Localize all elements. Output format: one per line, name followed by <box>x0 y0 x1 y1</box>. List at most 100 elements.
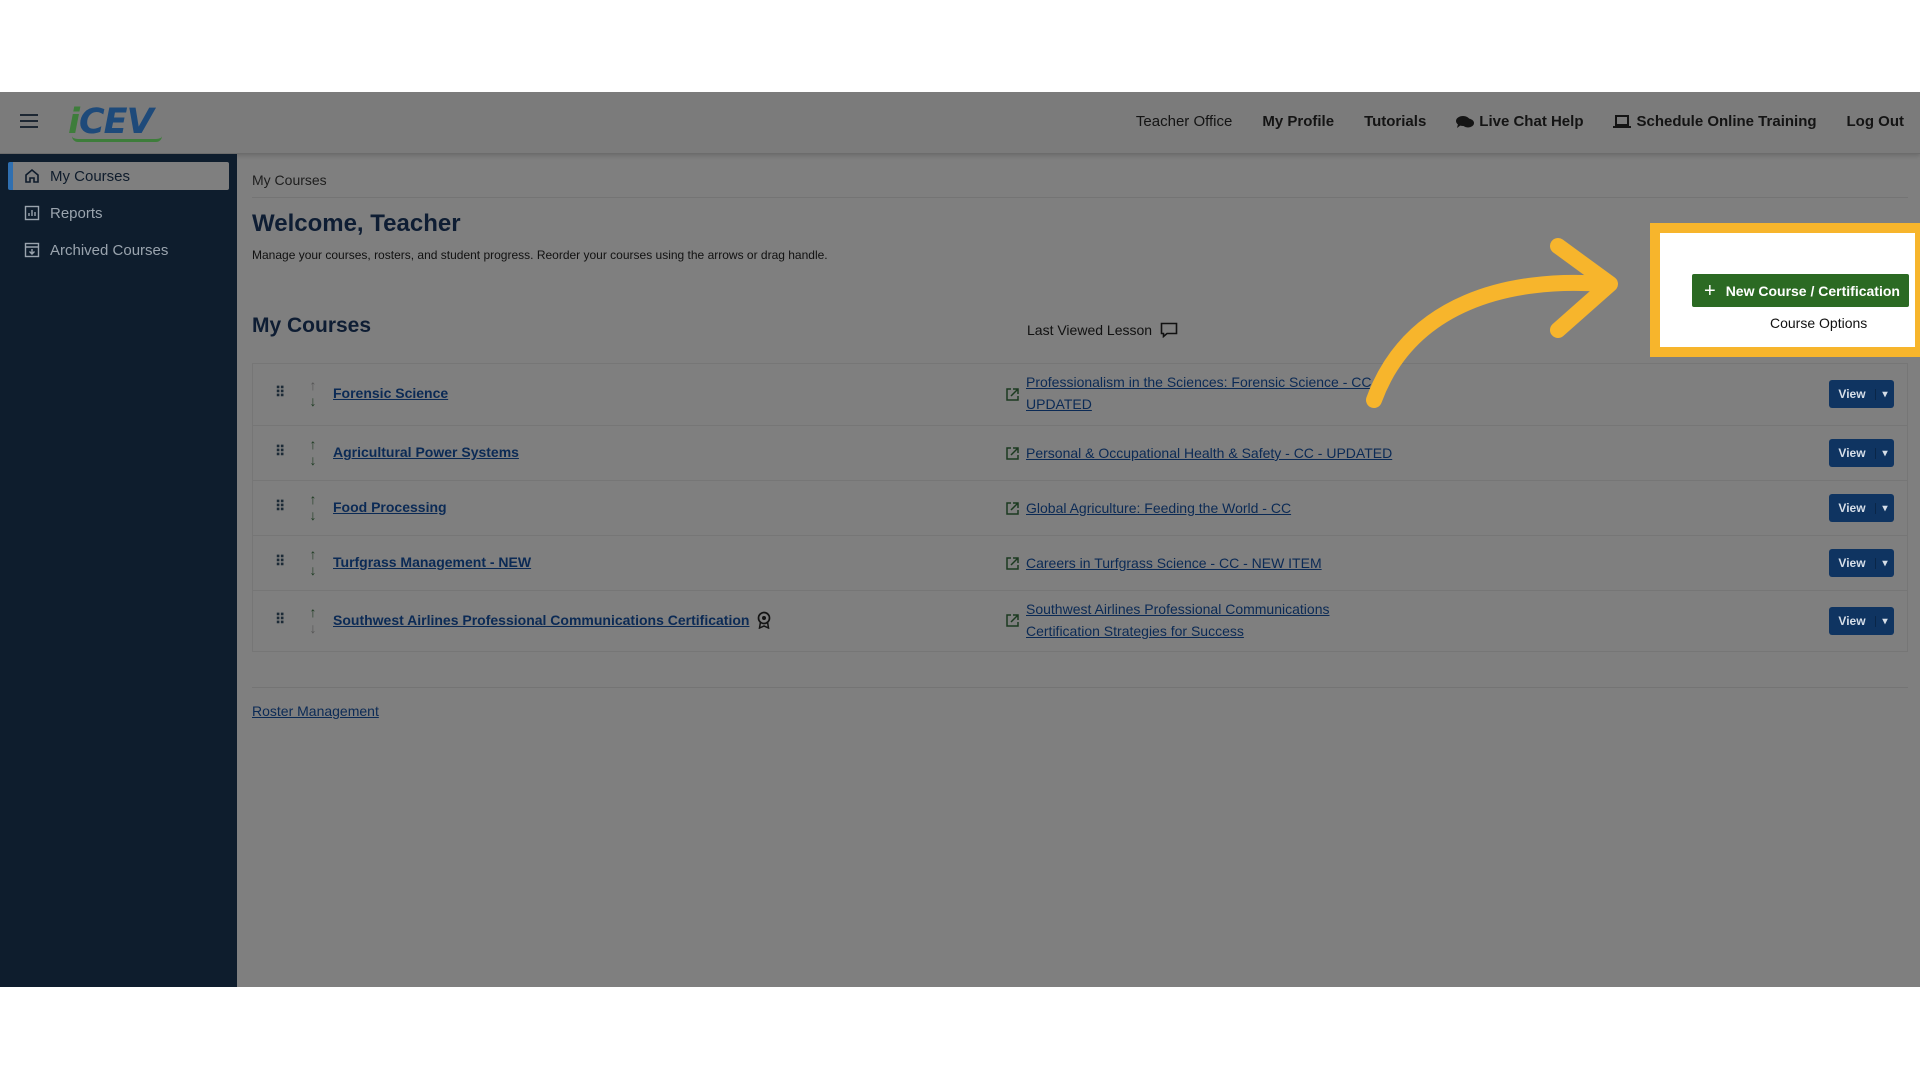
top-navigation: Teacher Office My Profile Tutorials Live… <box>1136 113 1904 130</box>
drag-handle-icon[interactable]: ⠿ <box>275 611 285 628</box>
sidebar-item-archived-courses[interactable]: Archived Courses <box>8 236 229 264</box>
laptop-icon <box>1613 114 1632 128</box>
sidebar-item-label: Reports <box>50 204 103 222</box>
reorder-arrows: ↑ ↓ <box>306 491 320 523</box>
archive-icon <box>24 242 40 258</box>
hamburger-menu-icon[interactable] <box>20 114 38 128</box>
sidebar-item-label: My Courses <box>50 167 131 185</box>
view-button[interactable]: View ▾ <box>1829 439 1894 467</box>
plus-icon: + <box>1704 279 1716 302</box>
move-up-icon[interactable]: ↑ <box>310 604 317 620</box>
view-label: View <box>1838 614 1866 628</box>
dropdown-caret-icon[interactable]: ▾ <box>1875 557 1894 569</box>
certification-badge-icon <box>757 611 771 629</box>
page-subtitle: Manage your courses, rosters, and studen… <box>252 248 828 262</box>
reorder-arrows: ↑ ↓ <box>306 436 320 468</box>
divider <box>252 687 1908 688</box>
sidebar-item-label: Archived Courses <box>50 241 169 259</box>
top-header: iCEV Teacher Office My Profile Tutorials… <box>0 92 1920 154</box>
last-lesson-link[interactable]: Global Agriculture: Feeding the World - … <box>1026 497 1466 519</box>
view-label: View <box>1838 446 1866 460</box>
highlight-box: + New Course / Certification Course Opti… <box>1650 223 1920 357</box>
dropdown-caret-icon[interactable]: ▾ <box>1875 615 1894 627</box>
external-link-icon <box>1006 557 1019 570</box>
nav-teacher-office[interactable]: Teacher Office <box>1136 113 1232 130</box>
last-viewed-header: Last Viewed Lesson <box>1027 322 1178 338</box>
table-row: ⠿ ↑ ↓ Food Processing Global Agriculture… <box>253 481 1907 536</box>
external-link-icon <box>1006 447 1019 460</box>
sidebar-item-my-courses[interactable]: My Courses <box>8 162 229 190</box>
chat-icon <box>1456 115 1475 128</box>
sidebar-item-reports[interactable]: Reports <box>8 199 229 227</box>
divider <box>252 197 1908 198</box>
move-down-icon[interactable]: ↓ <box>310 393 317 409</box>
external-link-icon <box>1006 388 1019 401</box>
nav-live-chat-help[interactable]: Live Chat Help <box>1456 113 1583 130</box>
reorder-arrows: ↑ ↓ <box>306 546 320 578</box>
view-label: View <box>1838 387 1866 401</box>
table-row: ⠿ ↑ ↓ Southwest Airlines Professional Co… <box>253 591 1907 651</box>
last-lesson-link[interactable]: Professionalism in the Sciences: Forensi… <box>1026 371 1386 415</box>
course-link[interactable]: Southwest Airlines Professional Communic… <box>333 612 749 628</box>
view-button[interactable]: View ▾ <box>1829 607 1894 635</box>
table-row: ⠿ ↑ ↓ Turfgrass Management - NEW Careers… <box>253 536 1907 591</box>
last-lesson-link[interactable]: Careers in Turfgrass Science - CC - NEW … <box>1026 552 1466 574</box>
drag-handle-icon[interactable]: ⠿ <box>275 443 285 460</box>
breadcrumb: My Courses <box>252 172 327 188</box>
nav-tutorials[interactable]: Tutorials <box>1364 113 1426 130</box>
new-course-certification-button[interactable]: + New Course / Certification <box>1692 274 1909 307</box>
app-screen: iCEV Teacher Office My Profile Tutorials… <box>0 92 1920 987</box>
dropdown-caret-icon[interactable]: ▾ <box>1875 502 1894 514</box>
drag-handle-icon[interactable]: ⠿ <box>275 553 285 570</box>
drag-handle-icon[interactable]: ⠿ <box>275 384 285 401</box>
view-button[interactable]: View ▾ <box>1829 380 1894 408</box>
last-lesson-link[interactable]: Southwest Airlines Professional Communic… <box>1026 598 1366 642</box>
drag-handle-icon[interactable]: ⠿ <box>275 498 285 515</box>
move-up-icon[interactable]: ↑ <box>310 436 317 452</box>
reorder-arrows: ↑ ↓ <box>306 604 320 636</box>
nav-schedule-online-training[interactable]: Schedule Online Training <box>1613 113 1817 130</box>
external-link-icon <box>1006 614 1019 627</box>
section-title: My Courses <box>252 314 372 337</box>
nav-my-profile[interactable]: My Profile <box>1262 113 1334 130</box>
move-down-icon[interactable]: ↓ <box>310 562 317 578</box>
nav-label: Teacher Office <box>1135 113 1233 130</box>
course-link[interactable]: Agricultural Power Systems <box>333 444 519 460</box>
comment-icon <box>1160 322 1178 338</box>
last-viewed-label: Last Viewed Lesson <box>1027 322 1153 338</box>
course-options-link[interactable]: Course Options <box>1770 315 1867 331</box>
nav-label: Tutorials <box>1364 113 1427 130</box>
dropdown-caret-icon[interactable]: ▾ <box>1875 388 1894 400</box>
view-label: View <box>1838 501 1866 515</box>
home-icon <box>25 168 39 183</box>
course-link[interactable]: Food Processing <box>333 499 447 515</box>
table-row: ⠿ ↑ ↓ Agricultural Power Systems Persona… <box>253 426 1907 481</box>
nav-label: Live Chat Help <box>1479 113 1584 130</box>
page-title: Welcome, Teacher <box>252 210 461 237</box>
logo-swoosh <box>72 136 162 142</box>
move-up-icon[interactable]: ↑ <box>310 546 317 562</box>
last-lesson-link[interactable]: Personal & Occupational Health & Safety … <box>1026 442 1466 464</box>
reorder-arrows: ↑ ↓ <box>306 377 320 409</box>
move-down-icon[interactable]: ↓ <box>310 507 317 523</box>
move-down-icon[interactable]: ↓ <box>310 452 317 468</box>
nav-label: Log Out <box>1846 113 1904 130</box>
callout-arrow-icon <box>1366 238 1618 408</box>
roster-management-link[interactable]: Roster Management <box>252 703 379 719</box>
view-label: View <box>1838 556 1866 570</box>
nav-label: Schedule Online Training <box>1636 113 1817 130</box>
sidebar: My Courses Reports Archived Courses <box>0 154 237 987</box>
external-link-icon <box>1006 502 1019 515</box>
chart-icon <box>24 205 40 221</box>
new-course-label: New Course / Certification <box>1725 282 1900 299</box>
course-link[interactable]: Forensic Science <box>333 385 448 401</box>
course-link[interactable]: Turfgrass Management - NEW <box>333 554 531 570</box>
dropdown-caret-icon[interactable]: ▾ <box>1875 447 1894 459</box>
view-button[interactable]: View ▾ <box>1829 494 1894 522</box>
view-button[interactable]: View ▾ <box>1829 549 1894 577</box>
nav-label: My Profile <box>1262 113 1335 130</box>
move-up-icon[interactable]: ↑ <box>310 491 317 507</box>
move-up-icon[interactable]: ↑ <box>310 377 317 393</box>
nav-log-out[interactable]: Log Out <box>1847 113 1904 130</box>
move-down-icon[interactable]: ↓ <box>310 620 317 636</box>
